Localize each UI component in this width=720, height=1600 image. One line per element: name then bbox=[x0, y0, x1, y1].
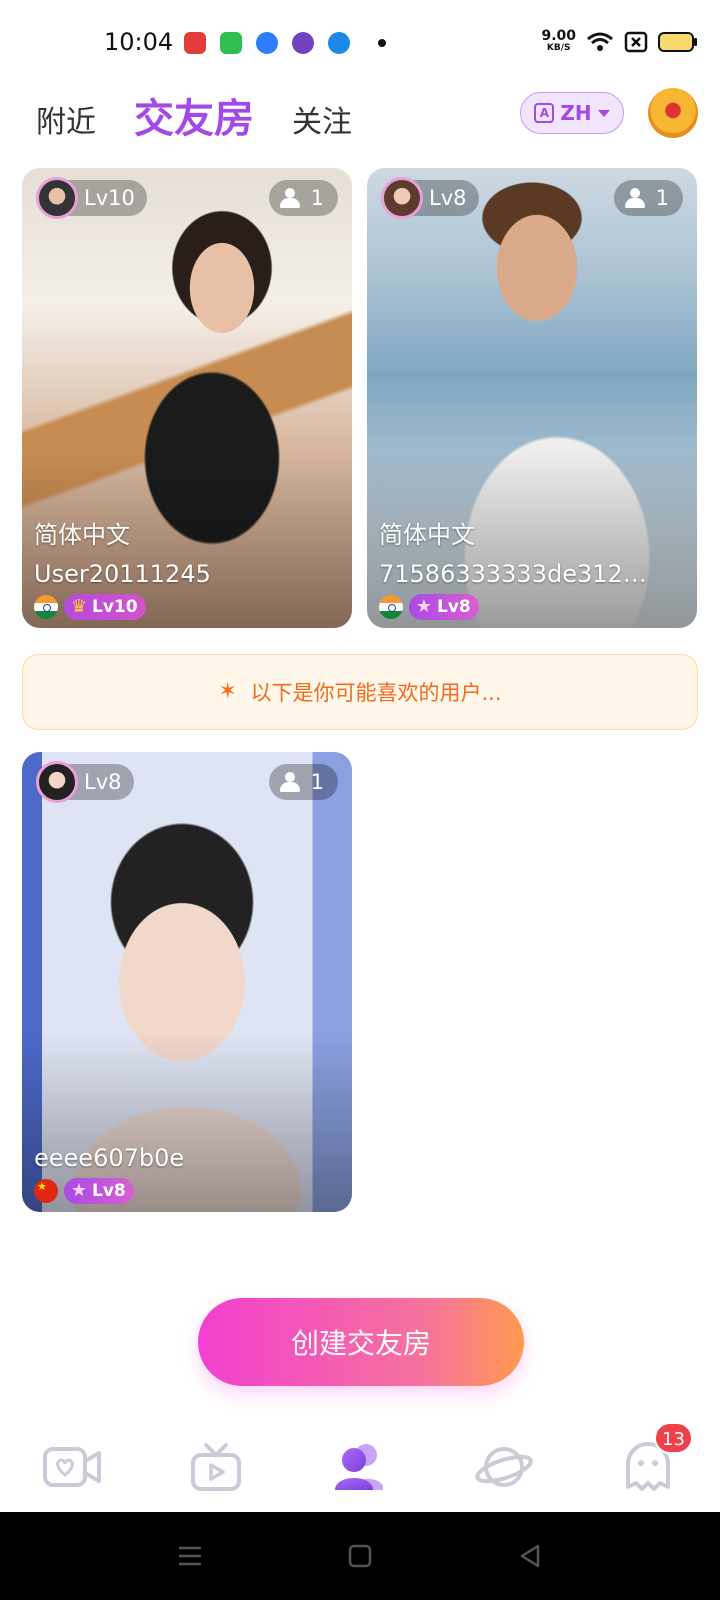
viewer-count-badge: 1 bbox=[268, 180, 338, 216]
host-avatar bbox=[36, 177, 78, 219]
person-icon bbox=[279, 188, 303, 208]
host-badge: Lv10 bbox=[36, 177, 147, 219]
viewer-count: 1 bbox=[310, 186, 324, 210]
status-time: 10:04 bbox=[104, 28, 174, 56]
baidu-app-icon bbox=[184, 32, 206, 54]
nav-friend-room[interactable] bbox=[288, 1420, 432, 1514]
net-speed: 9.00 KB/S bbox=[541, 29, 576, 54]
room-meta: ★ Lv8 bbox=[34, 1178, 134, 1204]
host-level: Lv8 bbox=[429, 186, 467, 210]
room-card[interactable]: Lv10 1 简体中文 User20111245 ♛ Lv10 bbox=[22, 168, 352, 628]
status-right: 9.00 KB/S bbox=[541, 29, 698, 54]
system-nav-bar bbox=[0, 1512, 720, 1600]
menu-icon[interactable] bbox=[176, 1542, 204, 1570]
tab-nearby[interactable]: 附近 bbox=[36, 97, 96, 141]
purple-app-icon bbox=[292, 32, 314, 54]
host-level: Lv10 bbox=[84, 186, 135, 210]
room-card[interactable]: Lv8 1 简体中文 71586333333de312… ★ Lv8 bbox=[367, 168, 697, 628]
top-tabs: 附近 交友房 关注 bbox=[36, 86, 390, 146]
person-icon bbox=[279, 772, 303, 792]
chevron-down-icon bbox=[597, 109, 610, 117]
room-meta: ★ Lv8 bbox=[379, 594, 479, 620]
planet-icon bbox=[475, 1447, 533, 1487]
viewer-count-badge: 1 bbox=[613, 180, 683, 216]
room-card[interactable]: Lv8 1 eeee607b0e ★ Lv8 bbox=[22, 752, 352, 1212]
level-badge-text: Lv8 bbox=[437, 597, 471, 617]
unread-badge: 13 bbox=[654, 1422, 693, 1454]
host-level: Lv8 bbox=[84, 770, 122, 794]
wifi-icon bbox=[587, 32, 613, 51]
store-app-icon bbox=[220, 32, 242, 54]
host-avatar bbox=[381, 177, 423, 219]
bottom-nav: 13 bbox=[0, 1420, 720, 1514]
star-icon: ★ bbox=[70, 1180, 88, 1201]
tv-live-icon bbox=[191, 1443, 241, 1491]
status-app-icons bbox=[184, 32, 386, 54]
suggestion-text: 以下是你可能喜欢的用户... bbox=[250, 681, 502, 705]
viewer-count: 1 bbox=[310, 770, 324, 794]
suggestion-bar: ✶ 以下是你可能喜欢的用户... bbox=[22, 654, 698, 730]
create-room-button[interactable]: 创建交友房 bbox=[198, 1298, 524, 1386]
language-label: ZH bbox=[560, 101, 592, 125]
level-badge: ♛ Lv10 bbox=[64, 594, 146, 620]
qq-browser-app-icon bbox=[256, 32, 278, 54]
viewer-count-badge: 1 bbox=[268, 764, 338, 800]
tab-friend-room[interactable]: 交友房 bbox=[134, 86, 254, 144]
battery-icon bbox=[658, 32, 697, 52]
china-flag-icon bbox=[34, 1179, 58, 1203]
india-flag-icon bbox=[379, 595, 403, 619]
india-flag-icon bbox=[34, 595, 58, 619]
crown-icon: ♛ bbox=[70, 596, 88, 617]
room-name: eeee607b0e bbox=[34, 1144, 185, 1172]
room-name: User20111245 bbox=[34, 560, 211, 588]
star-icon: ★ bbox=[415, 596, 433, 617]
sim-off-icon bbox=[624, 31, 648, 53]
user-avatar[interactable] bbox=[648, 88, 698, 138]
nav-live-tv[interactable] bbox=[144, 1420, 288, 1514]
status-bar: 10:04 9.00 KB/S bbox=[0, 0, 720, 88]
tab-following[interactable]: 关注 bbox=[292, 97, 352, 141]
room-language: 简体中文 bbox=[34, 521, 130, 549]
host-badge: Lv8 bbox=[381, 177, 479, 219]
room-name: 71586333333de312… bbox=[379, 560, 647, 588]
blue-app-icon bbox=[328, 32, 350, 54]
notification-dot-icon bbox=[378, 39, 386, 47]
room-meta: ♛ Lv10 bbox=[34, 594, 146, 620]
nav-discover[interactable] bbox=[432, 1420, 576, 1514]
nav-messages[interactable]: 13 bbox=[576, 1420, 720, 1514]
language-button[interactable]: A ZH bbox=[520, 92, 624, 134]
person-icon bbox=[624, 188, 648, 208]
level-badge-text: Lv8 bbox=[92, 1181, 126, 1201]
speaker-icon: ✶ bbox=[218, 679, 237, 704]
nav-video-call[interactable] bbox=[0, 1420, 144, 1514]
app-screen: 10:04 9.00 KB/S 附近 交友房 关注 A ZH Lv10 1 简体… bbox=[0, 0, 720, 1600]
translate-icon: A bbox=[534, 103, 555, 123]
home-icon[interactable] bbox=[346, 1542, 374, 1570]
host-avatar bbox=[36, 761, 78, 803]
level-badge: ★ Lv8 bbox=[409, 594, 479, 620]
viewer-count: 1 bbox=[655, 186, 669, 210]
level-badge-text: Lv10 bbox=[92, 597, 138, 617]
friends-room-icon bbox=[335, 1444, 383, 1490]
level-badge: ★ Lv8 bbox=[64, 1178, 134, 1204]
back-icon[interactable] bbox=[516, 1542, 544, 1570]
host-badge: Lv8 bbox=[36, 761, 134, 803]
video-call-icon bbox=[43, 1447, 101, 1487]
room-language: 简体中文 bbox=[379, 521, 475, 549]
